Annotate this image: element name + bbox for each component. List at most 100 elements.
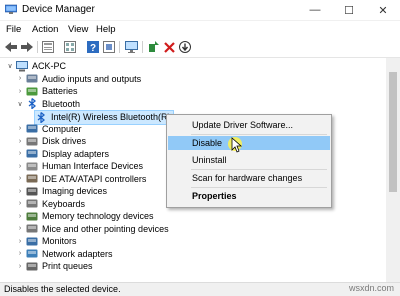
tree-item-label: Print queues	[42, 261, 93, 272]
computer-icon	[16, 60, 28, 72]
chevron-right-icon[interactable]: ›	[16, 125, 24, 132]
chevron-right-icon[interactable]: ›	[16, 175, 24, 182]
chevron-right-icon[interactable]: ›	[16, 213, 24, 220]
disk-icon	[26, 137, 38, 146]
tree-item[interactable]: ∨ Bluetooth	[16, 98, 80, 111]
menu-bar: File Action View Help	[0, 21, 400, 37]
status-text: Disables the selected device.	[4, 284, 121, 294]
tree-item-label: Mice and other pointing devices	[42, 223, 169, 234]
tree-item[interactable]: › Network adapters	[16, 248, 113, 261]
context-item-properties[interactable]: Properties	[168, 189, 330, 203]
tree-item[interactable]: › Memory technology devices	[16, 210, 154, 223]
maximize-button[interactable]: ☐	[332, 0, 366, 20]
menu-view[interactable]: View	[68, 24, 88, 35]
tree-item-label: Bluetooth	[42, 98, 81, 109]
tree-item[interactable]: › Keyboards	[16, 198, 85, 211]
context-menu: Update Driver Software... Disable Uninst…	[166, 114, 332, 208]
tree-item-label: Memory technology devices	[42, 211, 154, 222]
uninstall-x-icon[interactable]	[162, 40, 176, 54]
context-item-update-driver[interactable]: Update Driver Software...	[168, 118, 330, 132]
chevron-right-icon[interactable]: ›	[16, 163, 24, 170]
minimize-icon: —	[309, 4, 321, 16]
display-icon	[26, 149, 38, 158]
help-icon[interactable]: ?	[86, 40, 100, 54]
context-divider	[191, 134, 327, 135]
tree-item[interactable]: › Monitors	[16, 235, 77, 248]
chevron-right-icon[interactable]: ›	[16, 138, 24, 145]
chevron-right-icon[interactable]: ›	[16, 188, 24, 195]
menu-action[interactable]: Action	[32, 24, 58, 35]
chevron-right-icon[interactable]: ›	[16, 238, 24, 245]
tree-item[interactable]: › Imaging devices	[16, 185, 107, 198]
window-title: Device Manager	[22, 4, 95, 15]
tree-root[interactable]: ∨ ACK-PC	[6, 60, 66, 73]
back-arrow-icon[interactable]	[4, 40, 18, 54]
update-icon[interactable]	[63, 40, 77, 54]
camera-icon	[26, 187, 38, 196]
tree-item[interactable]: › Audio inputs and outputs	[16, 73, 141, 86]
printer-icon	[26, 262, 38, 271]
properties-icon[interactable]	[41, 40, 55, 54]
scrollbar-thumb[interactable]	[389, 72, 397, 192]
tree-item[interactable]: › Display adapters	[16, 148, 109, 161]
tree-item-label: IDE ATA/ATAPI controllers	[42, 173, 147, 184]
monitor-icon[interactable]	[124, 40, 138, 54]
tree-item[interactable]: › Computer	[16, 123, 82, 136]
disable-down-icon[interactable]	[178, 40, 192, 54]
toolbar-separator	[37, 41, 38, 53]
context-item-uninstall[interactable]: Uninstall	[168, 153, 330, 167]
monitor-icon	[26, 237, 38, 246]
chevron-right-icon[interactable]: ›	[16, 225, 24, 232]
tree-item-label: Imaging devices	[42, 186, 108, 197]
svg-text:?: ?	[90, 43, 96, 53]
chevron-right-icon[interactable]: ›	[16, 263, 24, 270]
mouse-icon	[26, 224, 38, 233]
minimize-button[interactable]: —	[298, 0, 332, 20]
enable-icon[interactable]	[146, 40, 160, 54]
chevron-right-icon[interactable]: ›	[16, 75, 24, 82]
tree-item[interactable]: › Mice and other pointing devices	[16, 223, 169, 236]
hid-icon	[26, 162, 38, 171]
watermark: wsxdn.com	[348, 283, 394, 293]
ide-icon	[26, 174, 38, 183]
tree-item[interactable]: › Print queues	[16, 260, 93, 273]
tree-item[interactable]: › Batteries	[16, 85, 78, 98]
memory-icon	[26, 212, 38, 221]
chevron-right-icon[interactable]: ›	[16, 250, 24, 257]
battery-icon	[26, 87, 38, 96]
tree-item-label: Audio inputs and outputs	[42, 73, 142, 84]
speaker-icon	[26, 74, 38, 83]
tree-item-label: Keyboards	[42, 198, 86, 209]
bluetooth-icon	[28, 98, 37, 110]
context-divider	[191, 187, 327, 188]
scan-icon[interactable]	[102, 40, 116, 54]
mouse-cursor-icon	[228, 137, 243, 153]
forward-arrow-icon[interactable]	[20, 40, 34, 54]
chevron-right-icon[interactable]: ›	[16, 150, 24, 157]
chevron-down-icon[interactable]: ∨	[16, 100, 24, 108]
close-button[interactable]: ✕	[366, 0, 400, 20]
chevron-right-icon[interactable]: ›	[16, 88, 24, 95]
tree-item[interactable]: › IDE ATA/ATAPI controllers	[16, 173, 147, 186]
title-bar: Device Manager — ☐ ✕	[0, 0, 400, 21]
tree-item-label: Disk drives	[42, 136, 87, 147]
tree-item-label: Human Interface Devices	[42, 161, 144, 172]
network-icon	[26, 249, 38, 258]
menu-file[interactable]: File	[6, 24, 21, 35]
status-bar: Disables the selected device.	[0, 282, 400, 296]
chevron-right-icon[interactable]: ›	[16, 200, 24, 207]
maximize-icon: ☐	[344, 4, 354, 17]
context-item-scan[interactable]: Scan for hardware changes	[168, 171, 330, 185]
chevron-down-icon[interactable]: ∨	[6, 62, 14, 70]
context-divider	[191, 169, 327, 170]
vertical-scrollbar[interactable]	[386, 58, 400, 282]
close-icon: ✕	[378, 4, 388, 17]
computer-icon	[26, 124, 38, 133]
tree-item-label: Network adapters	[42, 248, 113, 259]
tree-item[interactable]: › Human Interface Devices	[16, 160, 143, 173]
tree-item-label: Batteries	[42, 86, 78, 97]
tree-item[interactable]: › Disk drives	[16, 135, 86, 148]
context-item-disable[interactable]: Disable	[168, 136, 330, 150]
bluetooth-icon	[37, 111, 46, 123]
menu-help[interactable]: Help	[96, 24, 116, 35]
